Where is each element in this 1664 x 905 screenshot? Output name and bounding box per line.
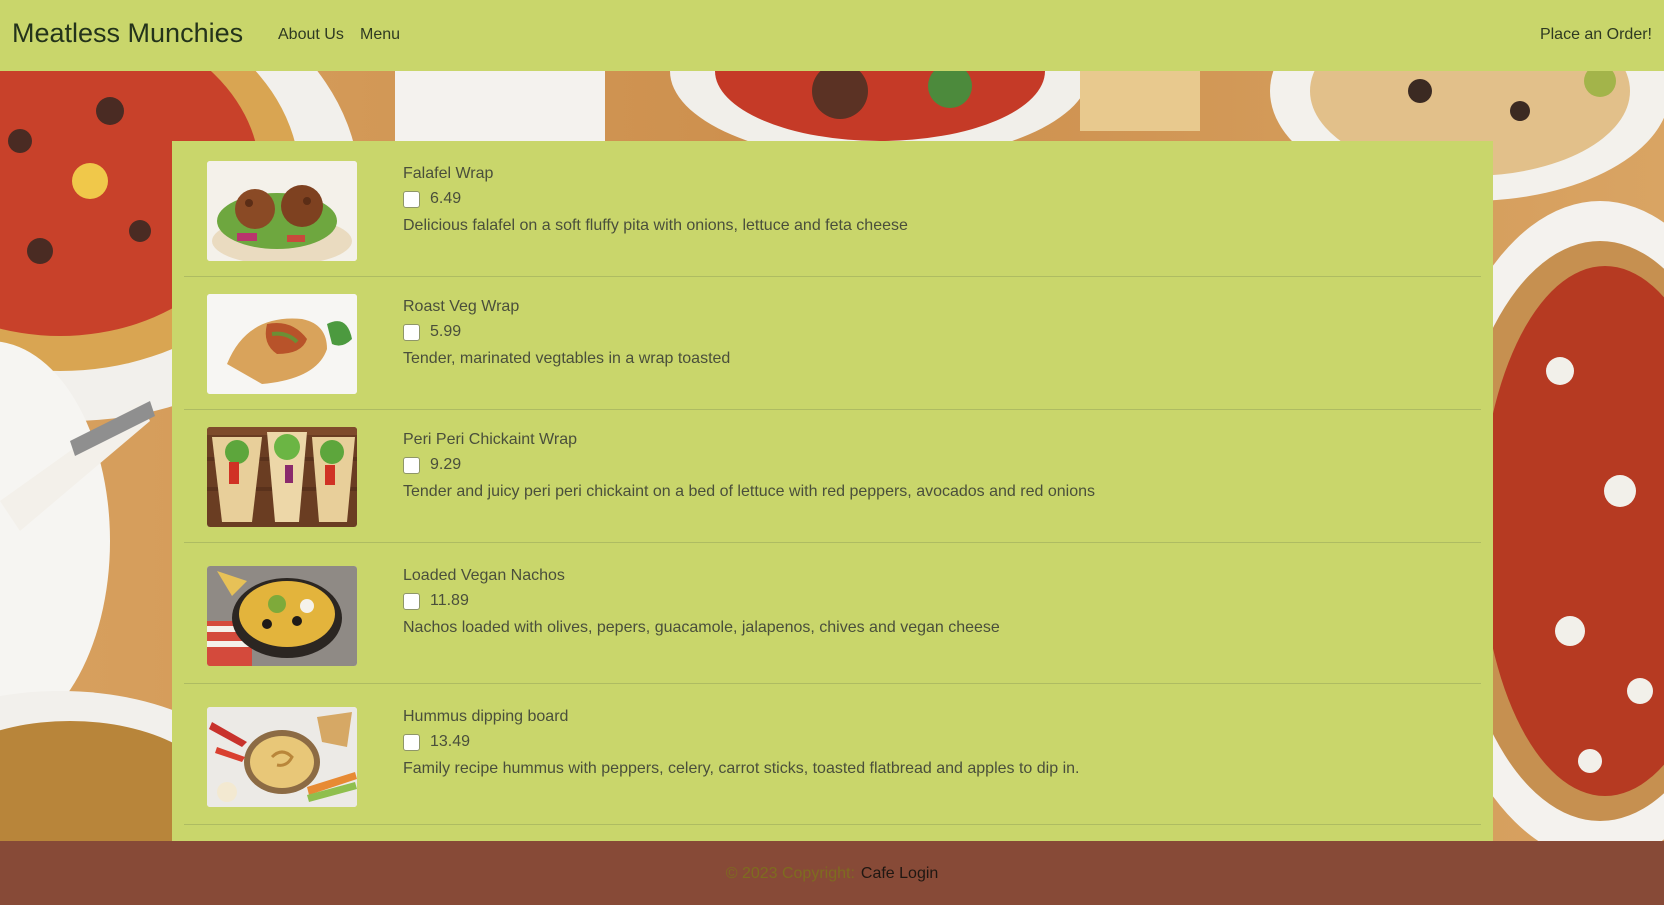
footer: © 2023 Copyright: Cafe Login [0,841,1664,905]
copyright-text: © 2023 Copyright: [725,865,855,882]
item-price: 9.29 [430,456,462,473]
item-description: Delicious falafel on a soft fluffy pita … [403,217,908,234]
loaded-nachos-image [207,566,357,666]
item-description: Nachos loaded with olives, pepers, guaca… [403,619,1000,636]
menu-item: Roast Veg Wrap 5.99 Tender, marinated ve… [184,277,1481,410]
item-checkbox[interactable] [403,190,420,208]
brand-logo[interactable]: Meatless Munchies [12,18,243,49]
price-row: 6.49 [403,189,461,209]
menu-panel: Falafel Wrap 6.49 Delicious falafel on a… [172,141,1493,841]
menu-item: Hummus dipping board 13.49 Family recipe… [184,684,1481,825]
item-description: Tender, marinated vegtables in a wrap to… [403,350,731,367]
roast-veg-wrap-image [207,294,357,394]
price-row: 11.89 [403,591,469,611]
item-name: Falafel Wrap [403,165,494,182]
navbar: Meatless Munchies About Us Menu Place an… [0,0,1664,71]
item-checkbox[interactable] [403,592,420,610]
item-description: Tender and juicy peri peri chickaint on … [403,483,1095,500]
item-name: Hummus dipping board [403,708,569,725]
item-name: Loaded Vegan Nachos [403,567,565,584]
item-price: 6.49 [430,190,462,207]
nav-menu[interactable]: Menu [360,26,400,44]
item-checkbox[interactable] [403,733,420,751]
menu-item: Peri Peri Chickaint Wrap 9.29 Tender and… [184,410,1481,543]
menu-item: Loaded Vegan Nachos 11.89 Nachos loaded … [184,543,1481,684]
item-price: 13.49 [430,733,471,750]
peri-peri-wrap-image [207,427,357,527]
item-description: Family recipe hummus with peppers, celer… [403,760,1080,777]
item-name: Roast Veg Wrap [403,298,520,315]
price-row: 13.49 [403,732,470,752]
nav-place-order[interactable]: Place an Order! [1540,26,1652,44]
item-checkbox[interactable] [403,323,420,341]
menu-item: Falafel Wrap 6.49 Delicious falafel on a… [184,141,1481,277]
falafel-wrap-image [207,161,357,261]
footer-content: © 2023 Copyright: Cafe Login [0,865,1664,883]
item-name: Peri Peri Chickaint Wrap [403,431,577,448]
item-price: 11.89 [430,592,469,609]
nav-about-us[interactable]: About Us [278,26,344,44]
item-price: 5.99 [430,323,462,340]
price-row: 5.99 [403,322,461,342]
cafe-login-link[interactable]: Cafe Login [861,865,938,882]
item-checkbox[interactable] [403,456,420,474]
hummus-board-image [207,707,357,807]
price-row: 9.29 [403,455,461,475]
